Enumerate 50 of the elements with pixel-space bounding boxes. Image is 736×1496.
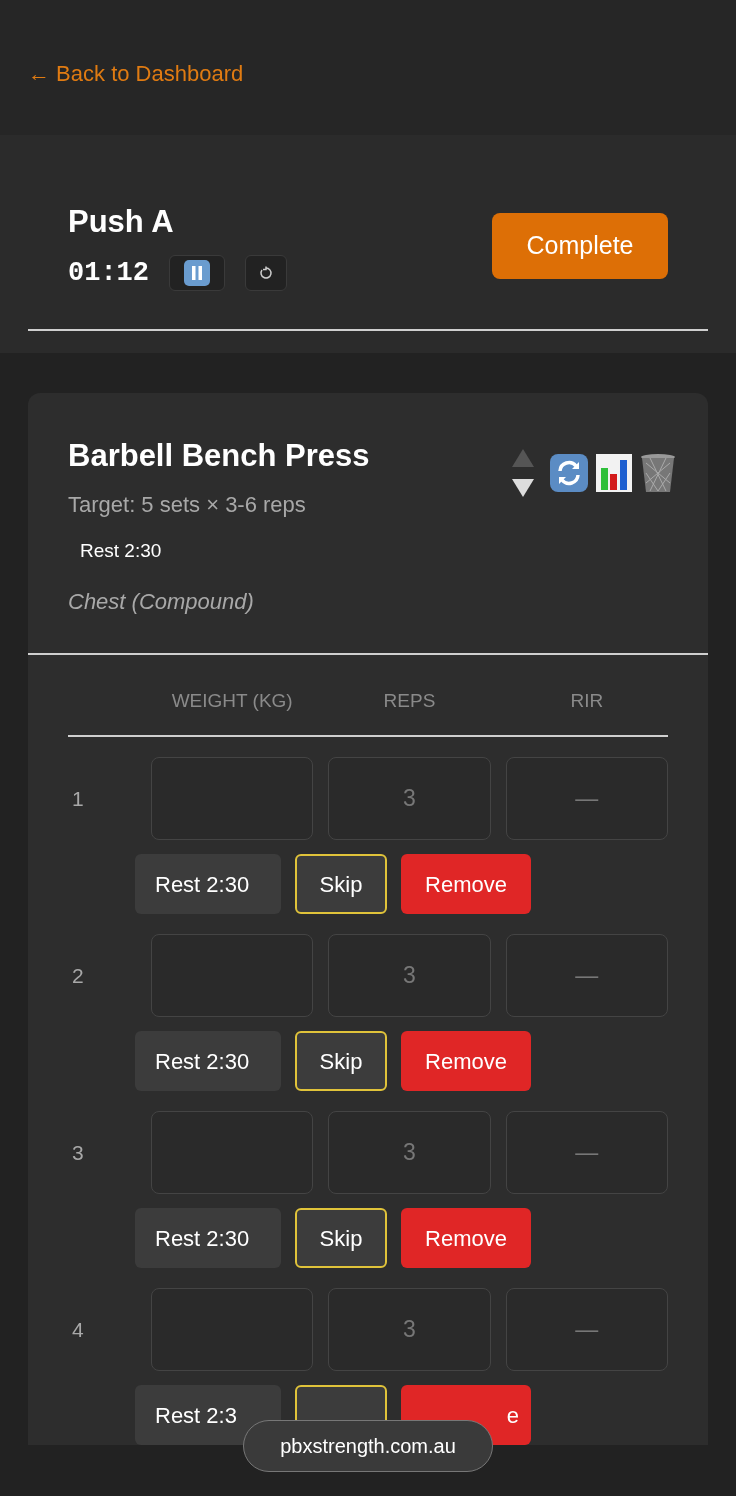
up-arrow-icon — [512, 449, 534, 467]
remove-button[interactable]: Remove — [401, 1031, 531, 1091]
bar-chart-icon — [596, 454, 632, 492]
workout-timer: 01:12 — [68, 257, 149, 290]
reset-button[interactable] — [245, 255, 287, 292]
reps-input[interactable]: 3 — [328, 1111, 491, 1194]
move-down-button[interactable] — [512, 479, 534, 497]
pause-icon — [184, 260, 210, 287]
swap-icon — [550, 454, 588, 492]
exercise-target: Target: 5 sets × 3-6 reps — [68, 490, 307, 519]
weight-input[interactable] — [151, 1288, 314, 1371]
down-arrow-icon — [512, 479, 534, 497]
rest-label: Rest 2:30 — [80, 538, 163, 563]
rir-input[interactable]: — — [505, 1111, 668, 1194]
column-header: RIR — [569, 688, 605, 713]
remove-button[interactable]: Remove — [401, 854, 531, 914]
workout-title: Push A — [68, 202, 175, 241]
swap-button[interactable] — [550, 454, 588, 492]
pause-button[interactable] — [169, 255, 225, 292]
weight-input[interactable] — [151, 1111, 314, 1194]
remove-button[interactable]: Remove — [401, 1208, 531, 1268]
set-number: 3 — [71, 1139, 85, 1166]
rest-button[interactable]: Rest 2:30 — [135, 1031, 281, 1091]
skip-button[interactable]: Skip — [295, 854, 387, 914]
set-number: 4 — [71, 1316, 85, 1343]
reset-icon — [259, 266, 273, 281]
trash-icon — [640, 453, 676, 493]
reps-input[interactable]: 3 — [328, 1288, 491, 1371]
exercise-name: Barbell Bench Press — [68, 437, 370, 475]
column-header: WEIGHT (KG) — [170, 688, 294, 713]
column-header: REPS — [382, 688, 437, 713]
weight-input[interactable] — [151, 934, 314, 1017]
rir-input[interactable]: — — [505, 757, 668, 840]
reps-input[interactable]: 3 — [328, 757, 491, 840]
reps-input[interactable]: 3 — [328, 934, 491, 1017]
chart-button[interactable] — [596, 454, 632, 492]
skip-button[interactable]: Skip — [295, 1031, 387, 1091]
set-number: 2 — [71, 962, 85, 989]
set-number: 1 — [71, 785, 85, 812]
weight-input[interactable] — [151, 757, 314, 840]
rest-button[interactable]: Rest 2:3 — [135, 1385, 281, 1445]
rest-button[interactable]: Rest 2:30 — [135, 854, 281, 914]
delete-button[interactable] — [640, 453, 676, 493]
url-toast[interactable]: pbxstrength.com.au — [243, 1420, 493, 1472]
muscle-group: Chest (Compound) — [68, 585, 370, 618]
skip-button[interactable]: Skip — [295, 1208, 387, 1268]
rest-button[interactable]: Rest 2:30 — [135, 1208, 281, 1268]
back-link[interactable]: ← Back to Dashboard — [28, 57, 244, 90]
rir-input[interactable]: — — [505, 934, 668, 1017]
rir-input[interactable]: — — [505, 1288, 668, 1371]
